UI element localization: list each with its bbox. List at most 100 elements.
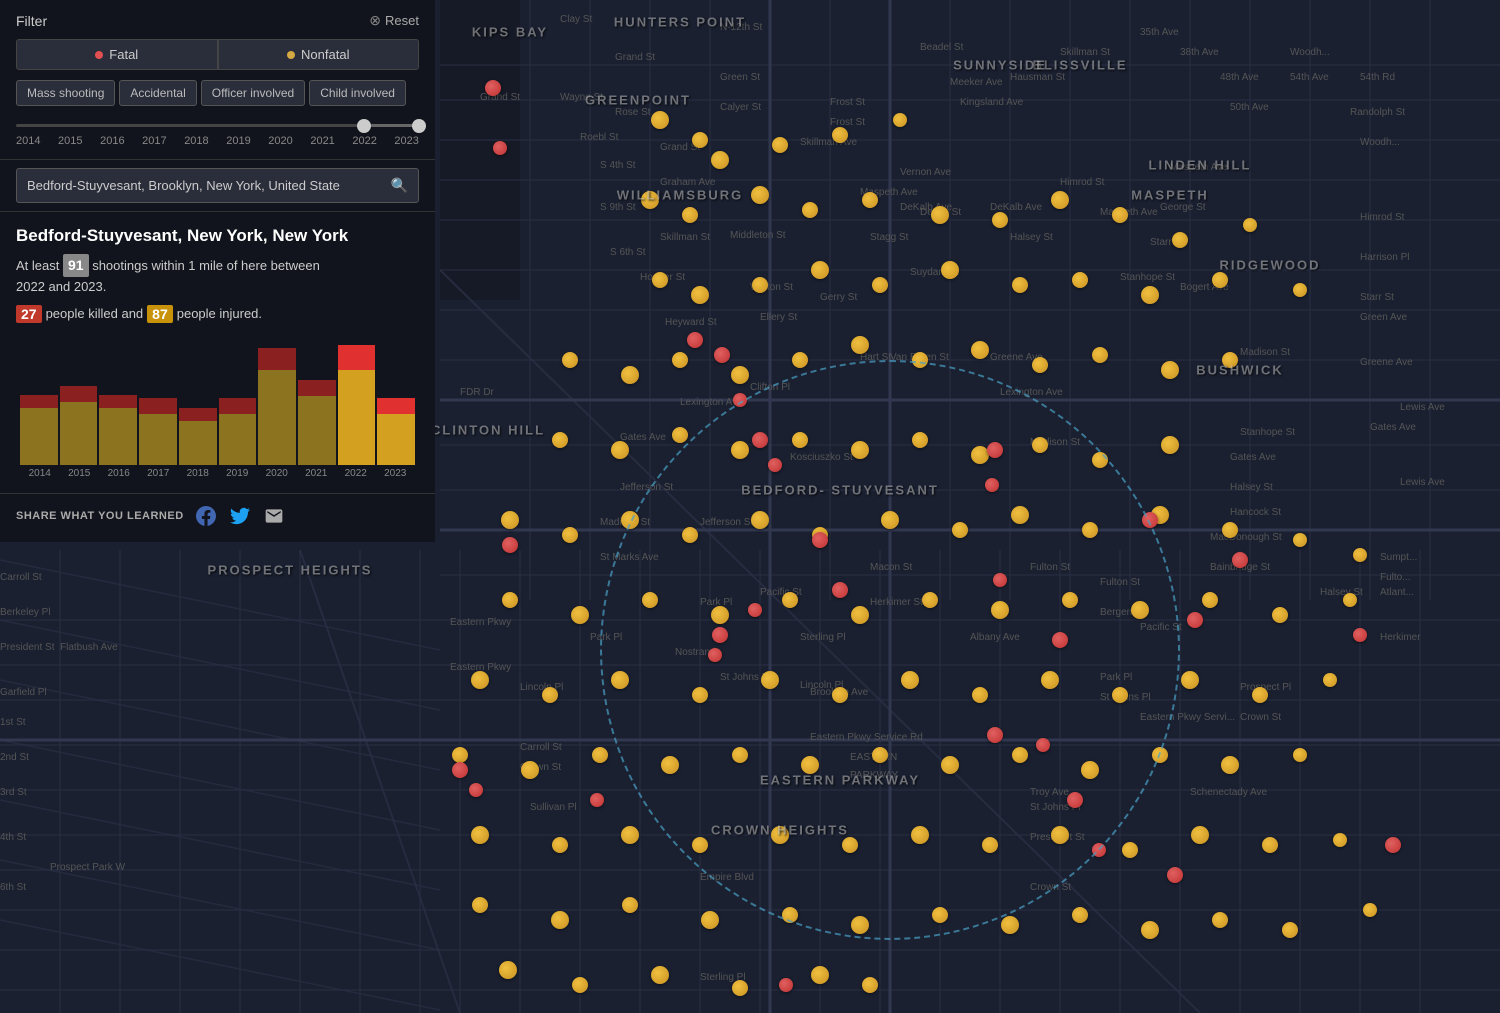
svg-text:Bogert Ave: Bogert Ave: [1180, 282, 1229, 293]
type-filter-row: Mass shooting Accidental Officer involve…: [16, 80, 419, 106]
svg-text:St Johns Pl: St Johns Pl: [720, 672, 771, 683]
svg-text:Green St: Green St: [720, 72, 760, 83]
svg-text:Eastern Pkwy Service Rd: Eastern Pkwy Service Rd: [810, 732, 923, 743]
svg-text:Hausman St: Hausman St: [1010, 72, 1065, 83]
officer-involved-btn[interactable]: Officer involved: [201, 80, 305, 106]
bar-nonfatal-2022: [338, 370, 376, 465]
killed-badge: 27: [16, 305, 42, 323]
svg-text:Sumpt...: Sumpt...: [1380, 552, 1417, 563]
svg-text:Macon St: Macon St: [870, 562, 912, 573]
bar-fatal-2019: [219, 398, 257, 414]
svg-text:N-12th St: N-12th St: [720, 22, 762, 33]
toggle-row: Fatal Nonfatal: [16, 39, 419, 70]
svg-text:38th Ave: 38th Ave: [1180, 47, 1219, 58]
bar-group-2018: [179, 408, 217, 465]
svg-text:35th Ave: 35th Ave: [1140, 27, 1179, 38]
svg-text:Gerry St: Gerry St: [820, 292, 857, 303]
fatal-toggle[interactable]: Fatal: [16, 39, 218, 70]
svg-text:Prospect Pl: Prospect Pl: [1240, 682, 1291, 693]
nonfatal-toggle[interactable]: Nonfatal: [218, 39, 420, 70]
svg-text:Woodh...: Woodh...: [1360, 137, 1400, 148]
mass-shooting-btn[interactable]: Mass shooting: [16, 80, 115, 106]
svg-text:2nd St: 2nd St: [0, 752, 29, 763]
svg-text:50th Ave: 50th Ave: [1230, 102, 1269, 113]
svg-text:St Johns Pl: St Johns Pl: [1100, 692, 1151, 703]
svg-text:Nostrand: Nostrand: [675, 647, 716, 658]
search-box[interactable]: Bedford-Stuyvesant, Brooklyn, New York, …: [16, 168, 419, 203]
slider-thumb-right[interactable]: [412, 119, 426, 133]
svg-text:Hancock St: Hancock St: [1230, 507, 1281, 518]
reset-icon: ⊗: [369, 12, 381, 29]
svg-text:Crown St: Crown St: [1240, 712, 1281, 723]
svg-text:Roebl St: Roebl St: [580, 132, 619, 143]
svg-text:Fulton St: Fulton St: [1100, 577, 1140, 588]
share-label: SHARE WHAT YOU LEARNED: [16, 510, 184, 522]
svg-text:54th Ave: 54th Ave: [1290, 72, 1329, 83]
accidental-btn[interactable]: Accidental: [119, 80, 196, 106]
bar-fatal-2018: [179, 408, 217, 421]
reset-button[interactable]: ⊗ Reset: [369, 12, 419, 29]
bar-fatal-2023: [377, 398, 415, 414]
email-icon[interactable]: [262, 504, 286, 528]
svg-text:Meeker Ave: Meeker Ave: [950, 77, 1003, 88]
svg-text:Wayne St: Wayne St: [560, 92, 603, 103]
facebook-icon[interactable]: [194, 504, 218, 528]
bar-nonfatal-2019: [219, 414, 257, 465]
svg-text:Bergen St: Bergen St: [1100, 607, 1145, 618]
svg-text:Fulton St: Fulton St: [1030, 562, 1070, 573]
bar-group-2016: [99, 395, 137, 465]
svg-text:Madison St: Madison St: [1240, 347, 1290, 358]
svg-text:S 6th St: S 6th St: [610, 247, 646, 258]
svg-text:St Marks Ave: St Marks Ave: [600, 552, 659, 563]
svg-text:Madison St: Madison St: [600, 517, 650, 528]
svg-text:Greene Ave: Greene Ave: [1360, 357, 1413, 368]
svg-text:Hooper St: Hooper St: [640, 272, 685, 283]
svg-text:Himrod St: Himrod St: [1360, 212, 1405, 223]
svg-text:Bainbridge St: Bainbridge St: [1210, 562, 1270, 573]
svg-text:Lincoln Pl: Lincoln Pl: [520, 682, 563, 693]
bar-nonfatal-2017: [139, 414, 177, 465]
svg-text:Park Pl: Park Pl: [700, 597, 732, 608]
svg-text:Pacific St: Pacific St: [760, 587, 802, 598]
svg-text:Lewis Ave: Lewis Ave: [1400, 402, 1445, 413]
search-icon: 🔍: [391, 177, 408, 194]
svg-text:DeKalb Ave: DeKalb Ave: [990, 202, 1043, 213]
year-labels: 2014 2015 2016 2017 2018 2019 2020 2021 …: [16, 133, 419, 149]
svg-text:Berkeley Pl: Berkeley Pl: [0, 607, 51, 618]
filter-section: Filter ⊗ Reset Fatal Nonfatal Mass shoot…: [0, 0, 435, 160]
svg-text:Gates Ave: Gates Ave: [620, 432, 666, 443]
svg-text:Park Pl: Park Pl: [590, 632, 622, 643]
stats-section: Bedford-Stuyvesant, New York, New York A…: [0, 212, 435, 493]
bar-nonfatal-2023: [377, 414, 415, 465]
svg-text:Madison St: Madison St: [1030, 437, 1080, 448]
twitter-icon[interactable]: [228, 504, 252, 528]
svg-text:Stagg St: Stagg St: [870, 232, 909, 243]
svg-text:Albany Ave: Albany Ave: [970, 632, 1020, 643]
svg-text:Brooklyn Ave: Brooklyn Ave: [810, 687, 869, 698]
bar-fatal-2014: [20, 395, 58, 408]
svg-text:Jefferson St: Jefferson St: [620, 482, 673, 493]
svg-text:Eastern Pkwy: Eastern Pkwy: [450, 617, 511, 628]
svg-text:Kosciuszko St: Kosciuszko St: [790, 452, 853, 463]
svg-text:S 4th St: S 4th St: [600, 160, 636, 171]
search-value: Bedford-Stuyvesant, Brooklyn, New York, …: [27, 178, 340, 193]
svg-text:4th St: 4th St: [0, 832, 26, 843]
chart-bars-container: [16, 335, 419, 465]
filter-panel: Filter ⊗ Reset Fatal Nonfatal Mass shoot…: [0, 0, 435, 542]
svg-text:Hart St: Hart St: [860, 352, 891, 363]
slider-thumb-left[interactable]: [357, 119, 371, 133]
bar-nonfatal-2014: [20, 408, 58, 465]
svg-text:54th Rd: 54th Rd: [1360, 72, 1395, 83]
svg-text:Middleton St: Middleton St: [730, 230, 786, 241]
svg-text:Halsey St: Halsey St: [1320, 587, 1363, 598]
svg-text:Fulto...: Fulto...: [1380, 572, 1411, 583]
svg-text:EASTERN: EASTERN: [850, 752, 897, 763]
neighborhood-title: Bedford-Stuyvesant, New York, New York: [16, 226, 419, 246]
child-involved-btn[interactable]: Child involved: [309, 80, 406, 106]
year-slider-track[interactable]: [16, 124, 419, 127]
svg-text:Green Ave: Green Ave: [1360, 312, 1408, 323]
svg-text:Lexington Ave: Lexington Ave: [1000, 387, 1063, 398]
svg-text:PARKWAY: PARKWAY: [850, 770, 898, 781]
svg-text:Gates Ave: Gates Ave: [1370, 422, 1416, 433]
count-badge: 91: [63, 254, 89, 277]
